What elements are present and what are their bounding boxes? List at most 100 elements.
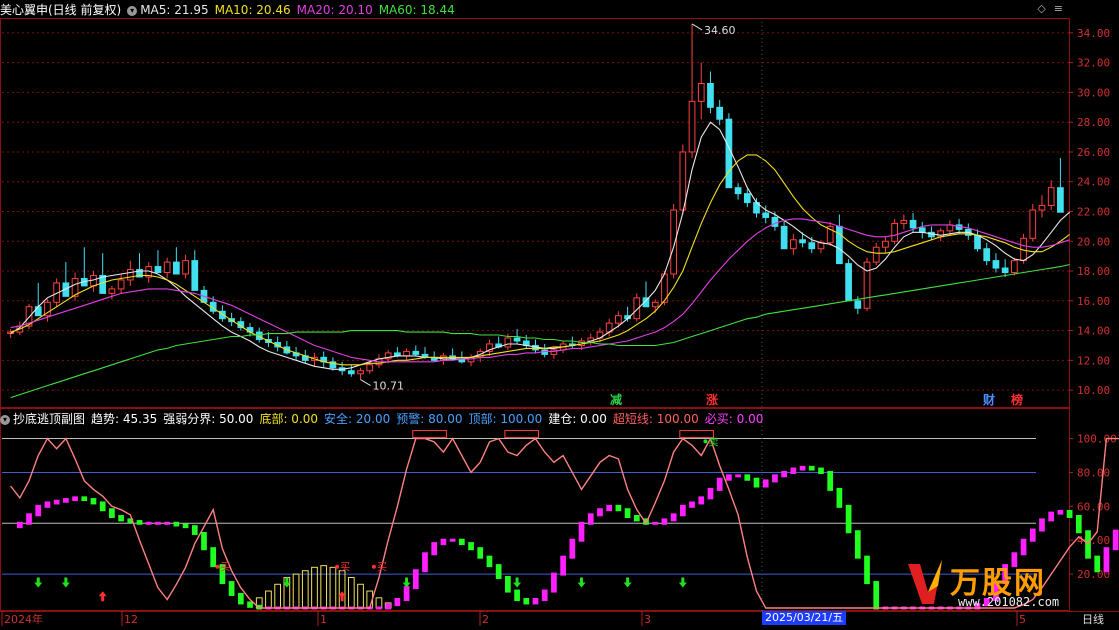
buy-label: 买 [220,562,230,574]
trend-block [661,518,668,525]
trend-block [818,467,824,474]
trend-block [201,531,207,551]
trend-block [560,555,566,576]
trend-block [744,474,751,481]
diamond-icon[interactable]: ◇ [1037,2,1045,15]
trend-block [615,504,622,512]
trend-block [486,555,493,568]
trend-block [1075,515,1082,534]
trend-block [449,538,456,542]
candle-body [845,263,852,302]
candle-body [789,239,797,250]
candle-body [513,337,521,342]
candle-body [412,350,420,355]
trend-block [182,523,189,529]
trend-block [164,521,171,525]
candle-body [900,219,908,224]
sell-arrow-icon [34,577,43,588]
candle-body [688,100,696,153]
sell-arrow-icon [623,577,632,588]
trend-block [624,508,631,518]
trend-block [468,542,474,551]
selected-date-badge: 2025/03/21/五 [762,611,847,625]
top-zone-box [504,430,539,439]
candle-body [1029,209,1037,239]
indicator-label-0: 趋势: 45.35 [91,412,158,426]
trend-block [440,538,447,546]
candle-body [836,225,843,265]
candle-body [1001,267,1009,274]
trend-block [99,501,106,512]
chart-stage[interactable]: 34.00 32.00 30.00 28.00 26.00 24.00 22.00 20.00… [0,0,1119,626]
indicator-axis-label: 60.00 [1077,500,1110,513]
ma-line-ma60 [10,263,1070,399]
trend-block [477,547,484,559]
trend-block [551,572,557,593]
trend-block [597,508,603,517]
x-axis-label: 5 [1019,613,1026,626]
trend-block [145,521,152,525]
indicator-panel-header: ▾ 抄底逃顶副图 趋势: 45.35 强弱分界: 50.00 底部: 0.00 安全: 2… [0,410,775,427]
collapse-icon[interactable]: ▾ [0,414,10,425]
sell-arrow-icon [402,577,411,588]
candle-body [946,224,954,232]
trend-block [864,555,870,585]
trend-block [836,487,843,508]
trend-block [63,498,69,503]
trend-block [26,513,32,525]
indicator-label-3: 安全: 20.00 [324,412,391,426]
period-label[interactable]: 日线 [1082,611,1104,627]
price-axis-label: 20.00 [1077,235,1110,248]
trend-block [808,465,815,471]
trend-block [81,496,88,502]
collapse-icon[interactable]: ▾ [127,5,138,16]
x-axis-label: 2024年 [4,612,43,626]
candle-body [762,212,770,218]
trend-block [514,589,520,602]
trend-block [735,474,741,478]
trend-block [458,538,465,546]
trend-block [173,521,180,527]
trend-block [845,504,852,534]
ma-line-ma10 [10,154,1070,366]
price-axis-label: 26.00 [1077,146,1110,159]
trend-block [1066,509,1073,518]
sell-arrow-icon [513,577,522,588]
watermark-site: www.201082.com [958,595,1060,609]
chart-canvas[interactable]: 34.00 32.00 30.00 28.00 26.00 24.00 22.00 20.00… [0,0,1119,626]
sell-arrow-icon [61,577,70,588]
candle-body [651,301,659,308]
trend-block [1057,509,1064,515]
candle-body [872,246,880,263]
x-axis-label: 3 [644,613,651,626]
ma-line-ma5 [10,121,1070,370]
trend-block [1020,538,1027,556]
trend-block [495,564,502,579]
trend-block [726,474,732,481]
trend-block [53,499,60,505]
candle-body [1057,187,1064,213]
trend-block [532,598,539,605]
indicator-label-6: 建仓: 0.00 [548,412,607,426]
candle-body [780,225,788,250]
candle-body [743,193,751,204]
trend-block [412,569,419,590]
menu-icon[interactable]: ≡ [1054,2,1063,15]
price-axis-label: 16.00 [1077,295,1110,308]
bottom-histogram-bar [338,570,346,609]
buy-label: 买 [377,562,387,574]
ma-label-3: MA60: 18.44 [378,3,455,17]
price-axis-label: 12.00 [1077,354,1110,367]
candle-body [163,261,171,274]
trend-block [90,498,97,505]
high-pointer [691,23,703,31]
trend-block [827,470,834,491]
price-axis-label: 18.00 [1077,265,1110,278]
bottom-histogram-bar [292,573,300,609]
trend-block [772,474,778,483]
high-annotation: 34.60 [704,24,736,37]
indicator-title: 抄底逃顶副图 [13,412,86,426]
stock-title: 美心翼申(日线 前复权) [0,3,122,17]
ma-label-2: MA20: 20.10 [296,3,373,17]
candle-body [1038,205,1046,211]
